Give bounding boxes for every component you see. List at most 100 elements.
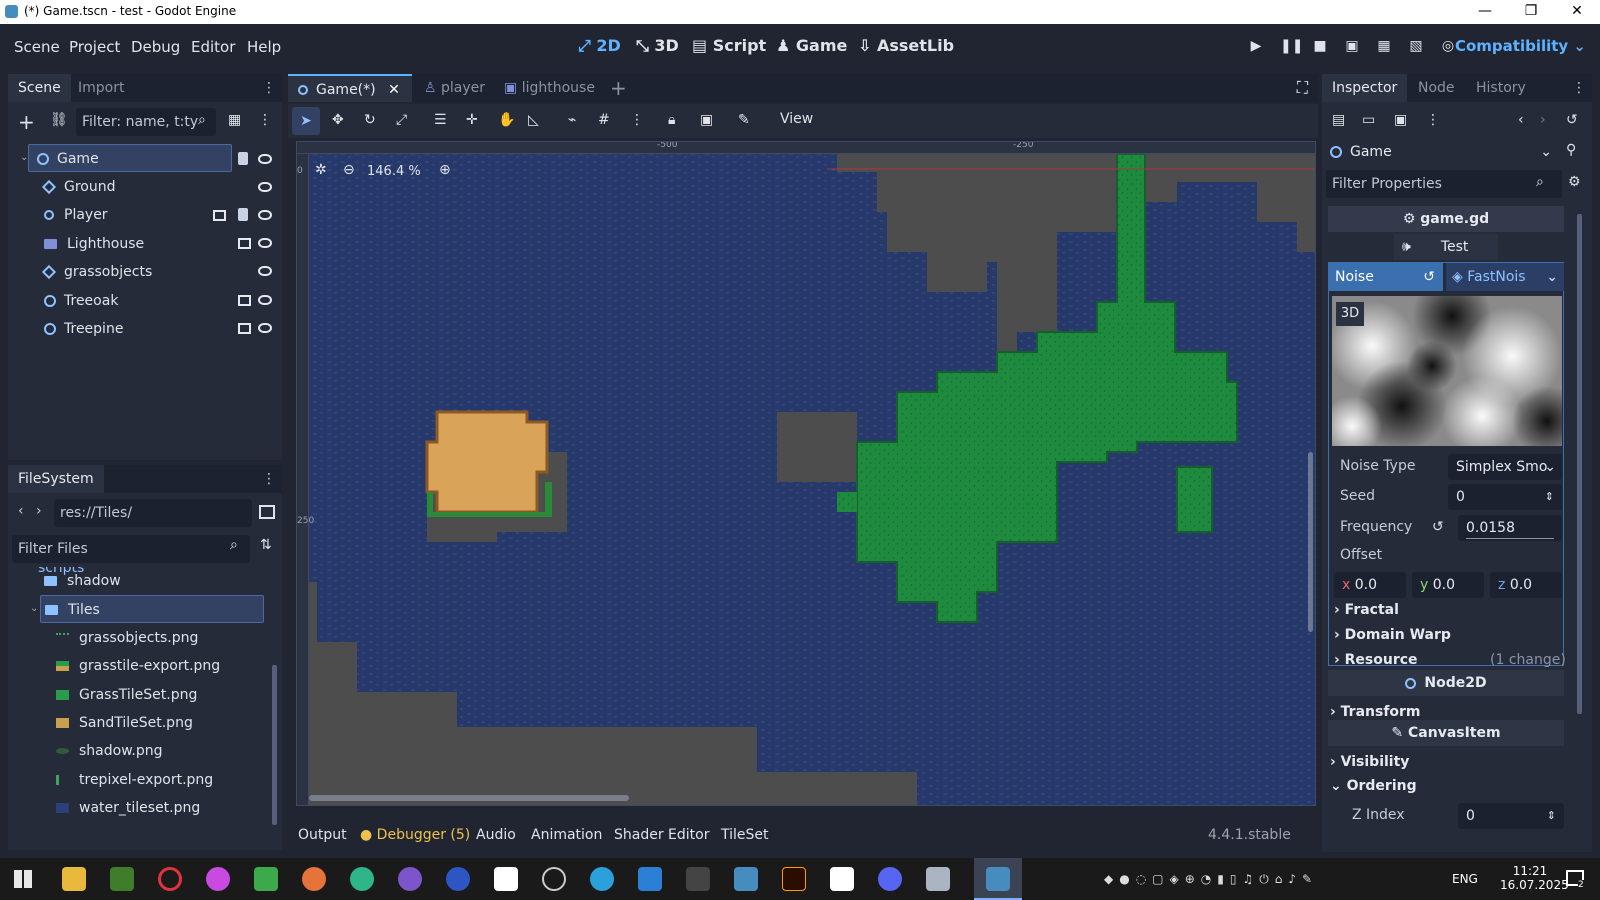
inspector-scrollbar[interactable] bbox=[1577, 214, 1582, 714]
scene-viewport[interactable]: -500 -250 0 250 ✲ ⊖ 146.4 % ⊕ bbox=[296, 141, 1316, 806]
tab-animation[interactable]: Animation bbox=[531, 827, 602, 843]
zoom-level[interactable]: 146.4 % bbox=[367, 164, 421, 179]
tab-import[interactable]: Import bbox=[68, 74, 134, 102]
tab-history[interactable]: History bbox=[1466, 74, 1536, 102]
tree-node-grassobjects[interactable]: grassobjects bbox=[41, 258, 152, 286]
history-forward-icon[interactable]: › bbox=[1540, 112, 1546, 128]
move-mode-icon[interactable]: ✥ bbox=[332, 112, 344, 128]
sort-icon[interactable]: ⇅ bbox=[260, 537, 272, 553]
add-node-icon[interactable]: + bbox=[18, 110, 35, 134]
tab-inspector[interactable]: Inspector bbox=[1322, 74, 1408, 102]
tab-player-scene[interactable]: ♙ player bbox=[414, 74, 495, 102]
tree-node-treepine[interactable]: Treepine bbox=[44, 315, 123, 343]
filter-properties-input[interactable]: Filter Properties bbox=[1326, 170, 1562, 198]
chromium-icon[interactable] bbox=[206, 867, 230, 891]
back-icon[interactable]: ‹ bbox=[18, 503, 24, 519]
file-row[interactable]: GrassTileSet.png bbox=[56, 681, 197, 709]
file-row[interactable]: water_tileset.png bbox=[56, 794, 200, 822]
instance-icon[interactable] bbox=[213, 210, 226, 221]
select-mode-icon[interactable]: ➤ bbox=[292, 107, 320, 135]
file-row[interactable]: trepixel-export.png bbox=[56, 766, 213, 794]
stop-icon[interactable]: ■ bbox=[1312, 38, 1328, 54]
tree-node-ground[interactable]: Ground bbox=[41, 173, 116, 201]
object-history-icon[interactable]: ↺ bbox=[1566, 112, 1578, 128]
resource-section[interactable]: › Resource bbox=[1334, 652, 1418, 668]
visibility-eye-icon[interactable] bbox=[258, 154, 272, 164]
collapse-arrow-icon[interactable]: ⌄ bbox=[30, 603, 38, 614]
options-icon[interactable]: ⋮ bbox=[1426, 112, 1440, 128]
fractal-section[interactable]: › Fractal bbox=[1334, 602, 1399, 618]
tab-lighthouse-scene[interactable]: ▣ lighthouse bbox=[494, 74, 605, 102]
lock-icon[interactable]: 🔒︎ bbox=[668, 112, 675, 128]
tab-scene[interactable]: Scene bbox=[8, 74, 71, 102]
pause-icon[interactable]: ❚❚ bbox=[1280, 38, 1303, 54]
tab-tileset[interactable]: TileSet bbox=[721, 827, 769, 843]
folder-shadow[interactable]: shadow bbox=[44, 567, 121, 595]
illustrator-icon[interactable] bbox=[782, 867, 806, 891]
script-icon[interactable] bbox=[238, 208, 248, 221]
collapse-arrow-icon[interactable]: ⌄ bbox=[20, 152, 28, 163]
horizontal-scrollbar[interactable] bbox=[309, 795, 629, 801]
skeleton-icon[interactable]: ✎ bbox=[738, 112, 750, 128]
inkscape-icon[interactable] bbox=[686, 867, 710, 891]
godot-icon[interactable] bbox=[734, 867, 758, 891]
menu-project[interactable]: Project bbox=[69, 38, 120, 56]
tab-debugger[interactable]: ● Debugger (5) bbox=[360, 827, 470, 843]
seed-spinbox[interactable]: 0 ⇕ bbox=[1448, 484, 1562, 510]
rotate-mode-icon[interactable]: ↻ bbox=[364, 112, 376, 128]
close-button[interactable]: ✕ bbox=[1554, 0, 1600, 24]
property-settings-icon[interactable]: ⚙ bbox=[1568, 174, 1581, 190]
list-select-icon[interactable]: ☰ bbox=[434, 112, 447, 128]
menu-debug[interactable]: Debug bbox=[131, 38, 180, 56]
visibility-eye-icon[interactable] bbox=[258, 182, 272, 192]
dock-menu-icon[interactable]: ⋮ bbox=[1572, 80, 1586, 96]
visibility-eye-icon[interactable] bbox=[258, 323, 272, 333]
opera-icon[interactable] bbox=[158, 867, 182, 891]
zoom-out-icon[interactable]: ⊖ bbox=[343, 162, 355, 178]
visibility-eye-icon[interactable] bbox=[258, 295, 272, 305]
dock-menu-icon[interactable]: ⋮ bbox=[262, 80, 276, 96]
window-app-icon[interactable] bbox=[926, 867, 950, 891]
transform-section[interactable]: › Transform bbox=[1330, 704, 1421, 720]
object-selector[interactable]: Game ⌄ bbox=[1326, 138, 1560, 166]
tree-node-lighthouse[interactable]: Lighthouse bbox=[44, 230, 144, 258]
mode-script-button[interactable]: ▤ Script bbox=[692, 36, 766, 55]
minimize-button[interactable]: — bbox=[1462, 0, 1508, 24]
filter-files-input[interactable]: Filter Files bbox=[12, 535, 250, 563]
tab-game-scene[interactable]: Game(*) ✕ bbox=[288, 74, 412, 102]
test-button[interactable]: 🕪︎ Test bbox=[1394, 234, 1498, 260]
ordering-section[interactable]: ⌄ Ordering bbox=[1330, 778, 1417, 794]
frequency-slider[interactable]: 0.0158 bbox=[1458, 515, 1562, 541]
vscode-icon[interactable] bbox=[638, 867, 662, 891]
maximize-button[interactable]: ❐ bbox=[1508, 0, 1554, 24]
center-view-icon[interactable]: ✲ bbox=[315, 162, 327, 178]
spin-arrows-icon[interactable]: ⇕ bbox=[1547, 803, 1556, 829]
file-explorer-icon[interactable] bbox=[62, 867, 86, 891]
offset-y-field[interactable]: y 0.0 bbox=[1412, 572, 1484, 598]
obs-icon[interactable] bbox=[542, 867, 566, 891]
zindex-spinbox[interactable]: 0 ⇕ bbox=[1458, 803, 1564, 829]
noise-resource-picker[interactable]: ◈ FastNois ⌄ bbox=[1446, 263, 1564, 291]
revert-icon[interactable]: ↺ bbox=[1432, 519, 1444, 535]
language-indicator[interactable]: ENG bbox=[1452, 872, 1478, 886]
menu-help[interactable]: Help bbox=[247, 38, 281, 56]
tree-node-game[interactable]: Game bbox=[28, 144, 232, 172]
filesystem-scrollbar[interactable] bbox=[272, 665, 277, 825]
viber-icon[interactable] bbox=[398, 867, 422, 891]
active-godot-taskbar-item[interactable] bbox=[974, 858, 1022, 900]
node-info-icon[interactable]: ⚲ bbox=[1566, 142, 1576, 158]
scene-filter-input[interactable]: Filter: name, t:ty bbox=[76, 108, 216, 136]
mode-3d-button[interactable]: ⤡ 3D bbox=[636, 36, 679, 56]
scale-mode-icon[interactable]: ⤢ bbox=[396, 112, 407, 128]
mode-game-button[interactable]: ♟ Game bbox=[776, 36, 847, 55]
instance-icon[interactable] bbox=[238, 323, 251, 334]
tab-shader-editor[interactable]: Shader Editor bbox=[614, 827, 709, 843]
distraction-free-icon[interactable]: ⛶ bbox=[1297, 78, 1308, 98]
visibility-section[interactable]: › Visibility bbox=[1330, 754, 1409, 770]
menu-scene[interactable]: Scene bbox=[14, 38, 60, 56]
clock[interactable]: 11:21 16.07.2025 bbox=[1500, 864, 1569, 892]
discord-icon[interactable] bbox=[878, 867, 902, 891]
mode-2d-button[interactable]: ⤢ 2D bbox=[578, 36, 621, 56]
grid-snap-icon[interactable]: # bbox=[598, 112, 610, 128]
capcut-icon[interactable] bbox=[494, 867, 518, 891]
